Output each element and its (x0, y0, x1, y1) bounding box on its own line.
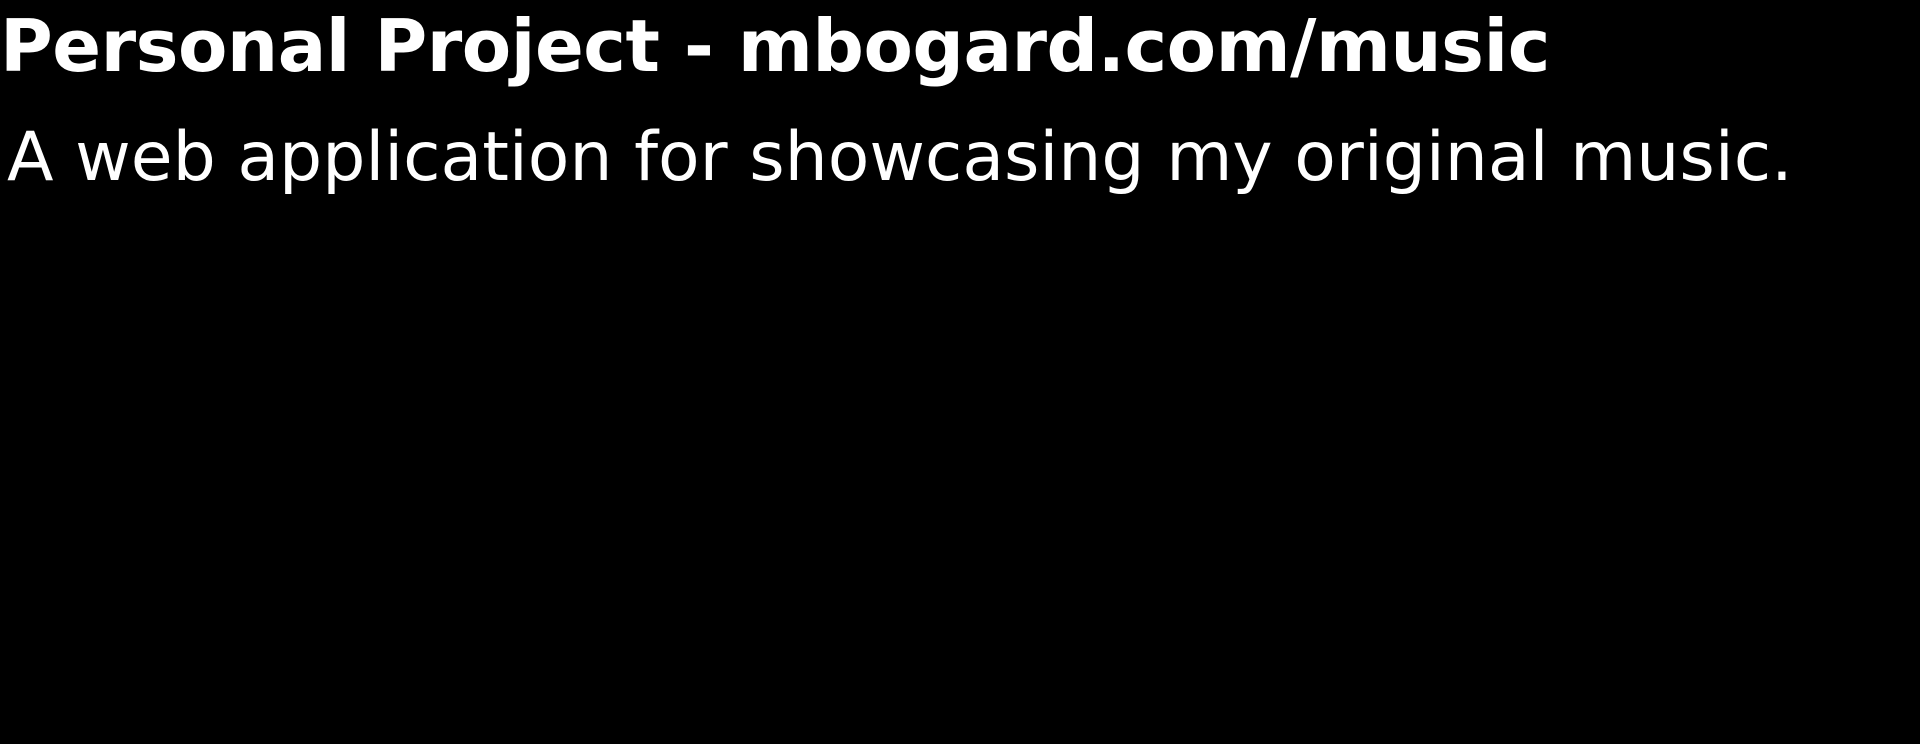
project-card: Personal Project - mbogard.com/music A w… (0, 0, 1920, 744)
project-title: Personal Project - mbogard.com/music (0, 4, 1550, 88)
project-description: A web application for showcasing my orig… (7, 118, 1793, 197)
